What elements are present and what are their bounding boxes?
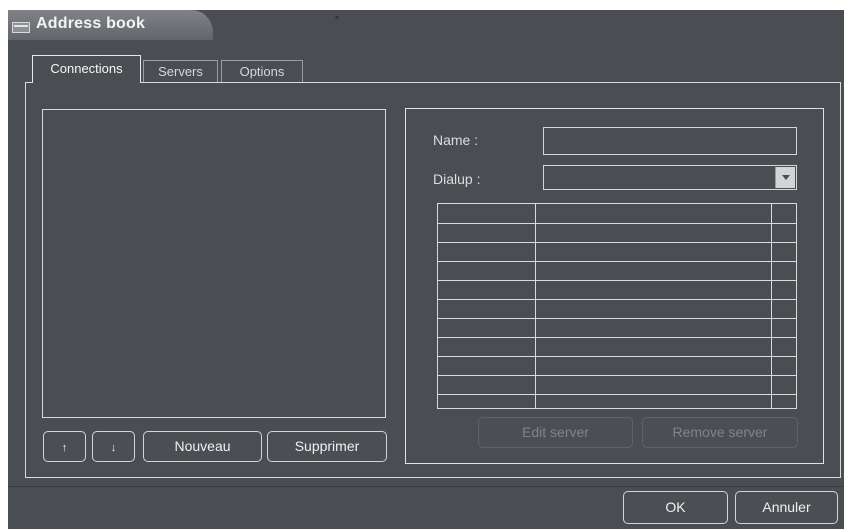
dialup-label: Dialup : <box>433 171 481 187</box>
grid-row-line <box>438 337 796 338</box>
grid-row-line <box>438 356 796 357</box>
grid-column-divider <box>771 204 772 408</box>
tab-options[interactable]: Options <box>221 60 303 82</box>
grid-column-divider <box>535 204 536 408</box>
tab-connections[interactable]: Connections <box>32 55 141 83</box>
grid-row-line <box>438 242 796 243</box>
servers-grid[interactable] <box>437 203 797 409</box>
tab-servers[interactable]: Servers <box>143 60 218 82</box>
delete-connection-button[interactable]: Supprimer <box>267 431 387 462</box>
arrow-down-icon: ↓ <box>110 442 117 454</box>
arrow-up-icon: ↑ <box>61 442 68 454</box>
remove-server-button[interactable]: Remove server <box>642 417 798 448</box>
ok-button[interactable]: OK <box>623 491 728 524</box>
grid-row-line <box>438 299 796 300</box>
dialup-select[interactable] <box>543 165 797 190</box>
new-connection-button[interactable]: Nouveau <box>143 431 262 462</box>
grid-row-line <box>438 394 796 395</box>
grid-row-line <box>438 375 796 376</box>
move-up-button[interactable]: ↑ <box>43 431 86 462</box>
footer-divider <box>8 486 844 487</box>
move-down-button[interactable]: ↓ <box>92 431 135 462</box>
mouse-cursor-icon: ᐢ <box>335 15 339 26</box>
grid-row-line <box>438 223 796 224</box>
cancel-button[interactable]: Annuler <box>735 491 838 524</box>
chevron-down-icon[interactable] <box>775 167 795 188</box>
grid-row-line <box>438 280 796 281</box>
address-book-icon <box>12 22 30 33</box>
connections-list[interactable] <box>42 109 386 418</box>
name-label: Name : <box>433 132 479 148</box>
window-title: Address book <box>36 15 146 32</box>
address-book-window: Address book ᐢ Connections Servers Optio… <box>8 10 844 529</box>
window-title-tab: Address book <box>8 10 213 40</box>
grid-row-line <box>438 261 796 262</box>
grid-row-line <box>438 318 796 319</box>
edit-server-button[interactable]: Edit server <box>478 417 633 448</box>
name-input[interactable] <box>543 127 797 155</box>
